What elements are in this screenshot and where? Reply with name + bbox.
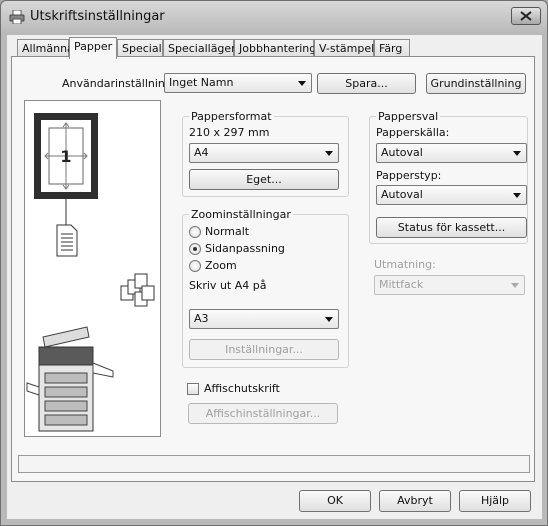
- zoom-group-title: Zoominställningar: [189, 208, 293, 221]
- poster-print-label: Affischutskrift: [204, 382, 280, 395]
- output-label: Utmatning:: [374, 258, 436, 271]
- paper-tab-panel: Användarinställningar: Inget Namn Spara.…: [11, 56, 535, 482]
- close-button[interactable]: [511, 7, 541, 25]
- paper-size-group: Pappersformat 210 x 297 mm A4 Eget...: [182, 110, 349, 197]
- fit-to-label: Skriv ut A4 på: [189, 279, 267, 292]
- custom-size-button[interactable]: Eget...: [189, 169, 339, 190]
- poster-settings-button[interactable]: Affischinställningar...: [188, 403, 338, 424]
- paper-size-select[interactable]: A4: [189, 143, 339, 163]
- zoom-option-fit-page-label: Sidanpassning: [205, 242, 285, 255]
- close-x-icon: [520, 11, 532, 21]
- paper-type-select[interactable]: Autoval: [376, 185, 527, 205]
- chevron-down-icon: [511, 283, 519, 288]
- radio-zoom[interactable]: [189, 259, 201, 272]
- zoom-option-zoom-label: Zoom: [205, 259, 237, 272]
- paper-dimensions: 210 x 297 mm: [189, 126, 270, 139]
- printer-copier-icon: [26, 326, 114, 432]
- paper-selection-group-title: Pappersval: [376, 110, 441, 123]
- preview-graphic: 1: [26, 113, 155, 432]
- user-settings-value: Inget Namn: [169, 76, 234, 89]
- chevron-down-icon: [298, 81, 306, 86]
- window-title: Utskriftsinställningar: [30, 9, 165, 24]
- user-settings-select[interactable]: Inget Namn: [164, 73, 312, 93]
- document-icon: [56, 224, 78, 257]
- paper-source-select[interactable]: Autoval: [376, 143, 527, 163]
- default-settings-button[interactable]: Grundinställning: [426, 73, 526, 94]
- paper-selection-group: Pappersval Papperskälla: Autoval Pappers…: [369, 110, 528, 244]
- radio-normal[interactable]: [189, 225, 201, 238]
- poster-print-checkbox[interactable]: [187, 383, 199, 395]
- zoom-settings-button[interactable]: Inställningar...: [189, 339, 339, 360]
- printer-icon: [9, 10, 25, 24]
- zoom-option-zoom[interactable]: Zoom: [189, 259, 237, 272]
- zoom-option-normal-label: Normalt: [205, 225, 250, 238]
- chevron-down-icon: [325, 317, 333, 322]
- dialog-client-area: Allmänna Papper Special Speciallägen Job…: [7, 35, 542, 519]
- paper-type-value: Autoval: [381, 188, 423, 201]
- chevron-down-icon: [325, 151, 333, 156]
- tray-status-button[interactable]: Status för kassett...: [376, 217, 527, 238]
- help-button[interactable]: Hjälp: [459, 490, 531, 512]
- output-select[interactable]: Mittfack: [374, 275, 525, 295]
- zoom-option-fit-page[interactable]: Sidanpassning: [189, 242, 285, 255]
- radio-fit-page[interactable]: [189, 242, 201, 255]
- multiple-pages-icon: [120, 273, 155, 307]
- zoom-option-normal[interactable]: Normalt: [189, 225, 249, 238]
- tab-papper[interactable]: Papper: [69, 37, 117, 59]
- chevron-down-icon: [513, 151, 521, 156]
- paper-source-label: Papperskälla:: [376, 126, 450, 139]
- fit-to-select[interactable]: A3: [189, 309, 339, 329]
- paper-source-value: Autoval: [381, 146, 423, 159]
- output-value: Mittfack: [379, 278, 424, 291]
- title-bar: Utskriftsinställningar: [1, 1, 547, 35]
- zoom-settings-group: Zoominställningar Normalt Sidanpassning …: [182, 208, 349, 368]
- paper-size-value: A4: [194, 146, 209, 159]
- paper-size-group-title: Pappersformat: [189, 110, 274, 123]
- paper-type-label: Papperstyp:: [376, 169, 442, 182]
- paper-preview: 1: [24, 100, 161, 437]
- status-bar: [18, 455, 530, 473]
- chevron-down-icon: [513, 193, 521, 198]
- print-preferences-window: Utskriftsinställningar Allmänna Papper S…: [0, 0, 548, 526]
- fit-to-value: A3: [194, 312, 209, 325]
- ok-button[interactable]: OK: [299, 490, 371, 512]
- cancel-button[interactable]: Avbryt: [379, 490, 451, 512]
- save-button[interactable]: Spara...: [317, 73, 416, 94]
- page-number: 1: [60, 147, 71, 166]
